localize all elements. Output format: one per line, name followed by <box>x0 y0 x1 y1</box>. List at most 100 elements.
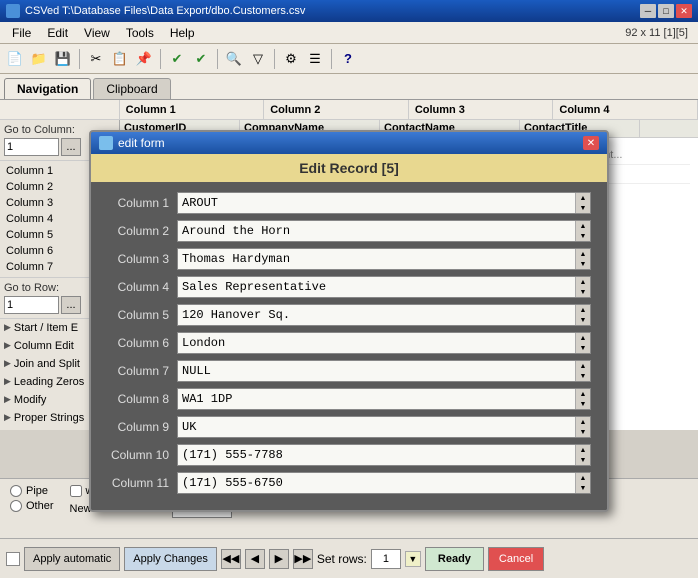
spin-down-11[interactable]: ▼ <box>576 483 590 493</box>
nav-section-proper-strings-label: Proper Strings <box>14 412 84 424</box>
tabs-area: Navigation Clipboard <box>0 74 698 100</box>
toolbar-check2[interactable]: ✔ <box>190 48 212 70</box>
number-prefix-checkbox[interactable] <box>70 485 82 497</box>
spin-up-7[interactable]: ▲ <box>576 361 590 371</box>
apply-changes-button[interactable]: Apply Changes <box>124 547 217 571</box>
form-row-11: Column 11 ▲ ▼ <box>107 472 591 494</box>
nav-last-button[interactable]: ▶▶ <box>293 549 313 569</box>
form-input-5[interactable] <box>178 305 575 325</box>
close-window-button[interactable]: ✕ <box>676 4 692 18</box>
grid-size-info: 92 x 11 [1][5] <box>625 27 694 39</box>
nav-first-button[interactable]: ◀◀ <box>221 549 241 569</box>
nav-prev-button[interactable]: ◀ <box>245 549 265 569</box>
toolbar-cut[interactable]: ✂ <box>85 48 107 70</box>
main-area: Go to Column: ... Column 1 Column 2 Colu… <box>0 120 698 430</box>
form-input-9[interactable] <box>178 417 575 437</box>
form-row-8: Column 8 ▲ ▼ <box>107 388 591 410</box>
spin-down-3[interactable]: ▼ <box>576 259 590 269</box>
spin-up-6[interactable]: ▲ <box>576 333 590 343</box>
menu-view[interactable]: View <box>76 24 118 42</box>
spin-up-9[interactable]: ▲ <box>576 417 590 427</box>
form-row-10: Column 10 ▲ ▼ <box>107 444 591 466</box>
toolbar-filter[interactable]: ▽ <box>247 48 269 70</box>
form-input-3[interactable] <box>178 249 575 269</box>
spin-up-3[interactable]: ▲ <box>576 249 590 259</box>
toolbar-settings[interactable]: ⚙ <box>280 48 302 70</box>
spin-down-2[interactable]: ▼ <box>576 231 590 241</box>
form-input-2[interactable] <box>178 221 575 241</box>
form-label-3: Column 3 <box>107 252 177 266</box>
minimize-button[interactable]: ─ <box>640 4 656 18</box>
form-row-4: Column 4 ▲ ▼ <box>107 276 591 298</box>
modal-title-label: edit form <box>118 136 165 150</box>
toolbar-open[interactable]: 📁 <box>28 48 50 70</box>
toolbar-paste[interactable]: 📌 <box>133 48 155 70</box>
cancel-button[interactable]: Cancel <box>488 547 544 571</box>
spin-down-7[interactable]: ▼ <box>576 371 590 381</box>
pipe-radio[interactable] <box>10 485 22 497</box>
toolbar-check[interactable]: ✔ <box>166 48 188 70</box>
spin-up-11[interactable]: ▲ <box>576 473 590 483</box>
spin-up-10[interactable]: ▲ <box>576 445 590 455</box>
spin-down-4[interactable]: ▼ <box>576 287 590 297</box>
form-row-3: Column 3 ▲ ▼ <box>107 248 591 270</box>
spin-down-5[interactable]: ▼ <box>576 315 590 325</box>
form-input-10[interactable] <box>178 445 575 465</box>
col-header-4: Column 4 <box>553 100 698 119</box>
nav-arrow-join-split: ▶ <box>4 358 11 369</box>
spin-down-8[interactable]: ▼ <box>576 399 590 409</box>
form-input-wrap-7: ▲ ▼ <box>177 360 591 382</box>
nav-next-button[interactable]: ▶ <box>269 549 289 569</box>
form-input-7[interactable] <box>178 361 575 381</box>
spin-down-10[interactable]: ▼ <box>576 455 590 465</box>
form-spin-2: ▲ ▼ <box>575 221 590 241</box>
toolbar-save[interactable]: 💾 <box>52 48 74 70</box>
tab-navigation[interactable]: Navigation <box>4 78 91 99</box>
spin-up-2[interactable]: ▲ <box>576 221 590 231</box>
maximize-button[interactable]: □ <box>658 4 674 18</box>
form-row-7: Column 7 ▲ ▼ <box>107 360 591 382</box>
go-to-column-input[interactable] <box>4 138 59 156</box>
menu-tools[interactable]: Tools <box>118 24 162 42</box>
spin-down-9[interactable]: ▼ <box>576 427 590 437</box>
toolbar-sep-1 <box>79 49 80 69</box>
set-rows-spin[interactable]: ▼ <box>405 551 421 567</box>
modal-close-button[interactable]: ✕ <box>583 136 599 150</box>
menu-file[interactable]: File <box>4 24 39 42</box>
other-radio[interactable] <box>10 500 22 512</box>
edit-record-title: Edit Record [5] <box>299 160 399 176</box>
toolbar-list[interactable]: ☰ <box>304 48 326 70</box>
form-label-1: Column 1 <box>107 196 177 210</box>
toolbar-sep-5 <box>331 49 332 69</box>
form-spin-5: ▲ ▼ <box>575 305 590 325</box>
apply-auto-checkbox[interactable] <box>6 552 20 566</box>
menu-edit[interactable]: Edit <box>39 24 76 42</box>
toolbar-new[interactable]: 📄 <box>4 48 26 70</box>
spin-up-5[interactable]: ▲ <box>576 305 590 315</box>
form-spin-11: ▲ ▼ <box>575 473 590 493</box>
menu-help[interactable]: Help <box>162 24 203 42</box>
spin-up-1[interactable]: ▲ <box>576 193 590 203</box>
spin-up-8[interactable]: ▲ <box>576 389 590 399</box>
nav-section-leading-zeros-label: Leading Zeros <box>14 376 84 388</box>
tab-clipboard[interactable]: Clipboard <box>93 78 170 99</box>
spin-down-6[interactable]: ▼ <box>576 343 590 353</box>
spin-down-1[interactable]: ▼ <box>576 203 590 213</box>
toolbar-copy[interactable]: 📋 <box>109 48 131 70</box>
form-input-8[interactable] <box>178 389 575 409</box>
go-to-column-button[interactable]: ... <box>61 138 81 156</box>
go-to-row-input[interactable] <box>4 296 59 314</box>
ready-button[interactable]: Ready <box>425 547 484 571</box>
form-input-4[interactable] <box>178 277 575 297</box>
set-rows-input[interactable] <box>371 549 401 569</box>
apply-automatic-button[interactable]: Apply automatic <box>24 547 120 571</box>
form-input-wrap-5: ▲ ▼ <box>177 304 591 326</box>
status-bar: Apply automatic Apply Changes ◀◀ ◀ ▶ ▶▶ … <box>0 538 698 578</box>
form-input-6[interactable] <box>178 333 575 353</box>
go-to-row-button[interactable]: ... <box>61 296 81 314</box>
form-input-1[interactable] <box>178 193 575 213</box>
spin-up-4[interactable]: ▲ <box>576 277 590 287</box>
toolbar-help[interactable]: ? <box>337 48 359 70</box>
form-input-11[interactable] <box>178 473 575 493</box>
toolbar-search[interactable]: 🔍 <box>223 48 245 70</box>
